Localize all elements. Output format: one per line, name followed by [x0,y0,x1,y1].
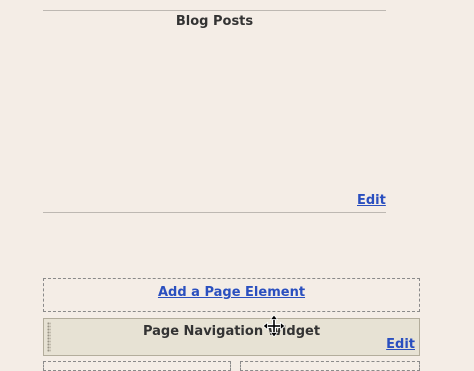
blog-posts-top-rule [43,10,386,11]
blog-posts-title: Blog Posts [175,14,254,29]
lower-element-box-right [240,361,420,371]
widget-title: Page Navigation Widget [142,324,321,339]
add-page-element-link[interactable]: Add a Page Element [158,285,305,300]
blog-posts-edit-link[interactable]: Edit [357,193,386,208]
page-navigation-widget[interactable]: Page Navigation Widget Edit [43,318,420,356]
move-cursor-icon [263,315,285,337]
blog-posts-bottom-rule [43,212,386,213]
add-page-element-box[interactable]: Add a Page Element [43,278,420,312]
lower-element-box-left [43,361,231,371]
widget-edit-link[interactable]: Edit [386,337,415,352]
